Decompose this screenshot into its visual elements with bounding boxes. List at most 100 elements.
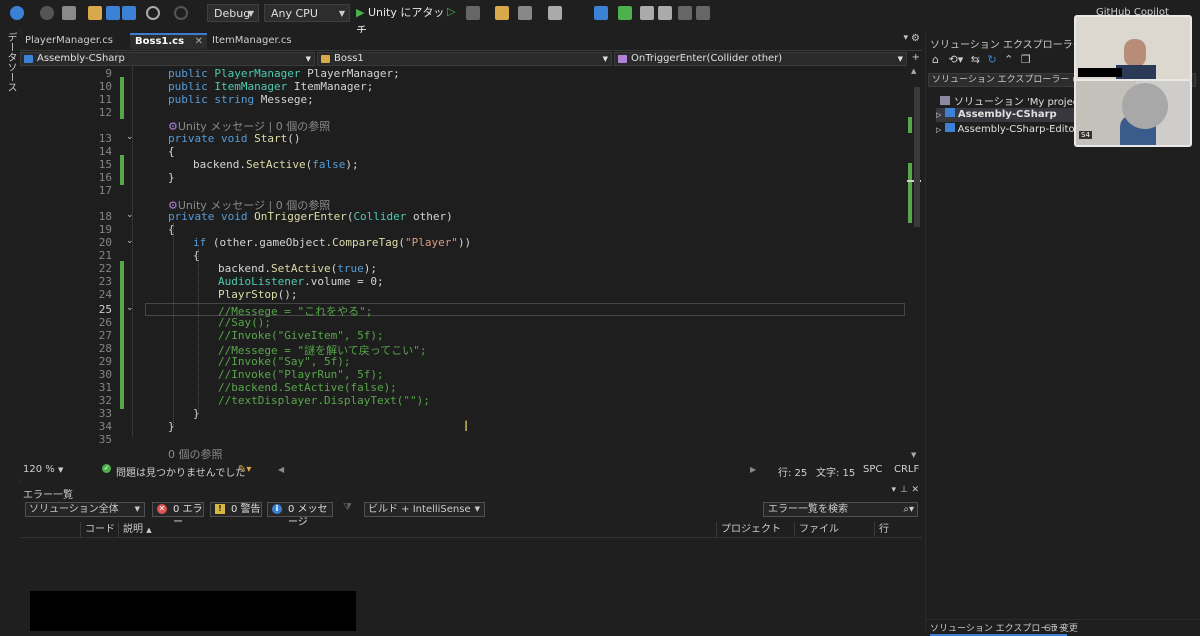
code-line: //Invoke("GiveItem", 5f); [218,329,384,342]
home-icon[interactable]: ⌂ [932,53,939,66]
tab-playermanager[interactable]: PlayerManager.cs [20,33,130,49]
left-tool-strip: データソース [0,28,21,631]
open-folder-icon[interactable] [88,6,102,20]
align-icon[interactable] [548,6,562,20]
column-project[interactable]: プロジェクト [716,522,781,537]
attach-to-unity-button[interactable]: ▶ Unity にアタッチ [356,4,446,37]
split-editor-icon[interactable]: + [912,52,920,63]
breakpoint-window-icon[interactable] [594,6,608,20]
column-line[interactable]: 行 [874,522,889,537]
expand-arrow-icon: ▷ [936,111,942,119]
tab-list-dropdown-icon[interactable]: ▾ [903,33,908,43]
line-number: 15 [98,158,112,171]
show-all-icon[interactable]: ❐ [1021,53,1031,66]
csharp-project-icon [944,123,955,132]
save-all-icon[interactable] [122,6,136,20]
code-line: private void Start() [168,132,301,145]
line-indicator[interactable]: 行: 25 [778,464,807,479]
project-item-assembly-csharp[interactable]: ▷ Assembly-CSharp [936,108,1076,122]
platform-select[interactable]: Any CPU ▼ [264,4,350,22]
redo-icon[interactable] [174,6,188,20]
project-select[interactable]: Assembly-CSharp ▼ [20,52,315,66]
panel-menu-icon[interactable]: ▾ [891,485,896,495]
scope-select[interactable]: ソリューション全体 ▼ [25,502,145,517]
column-code[interactable]: コード [80,522,115,537]
sync-icon[interactable]: ⇆ [971,53,980,66]
collapse-icon[interactable]: ⌃ [1004,53,1013,66]
scroll-up-icon[interactable]: ▲ [911,67,916,75]
hot-reload-icon[interactable] [466,6,480,20]
column-file[interactable]: ファイル [794,522,839,537]
close-icon[interactable]: ✕ [195,35,203,48]
code-line: //textDisplayer.DisplayText(""); [218,394,430,407]
class-select[interactable]: Boss1 ▼ [317,52,612,66]
new-item-icon[interactable] [62,6,76,20]
error-list-header: コード 説明 ▲ プロジェクト ファイル 行 [20,522,922,538]
layout-icon[interactable] [518,6,532,20]
scroll-thumb[interactable] [914,87,920,227]
tab-itemmanager[interactable]: ItemManager.cs [207,33,307,49]
column-indicator[interactable]: 文字: 15 [816,464,855,479]
member-select[interactable]: OnTriggerEnter(Collider other) ▼ [614,52,907,66]
history-icon[interactable]: ⟲▾ [948,53,963,66]
codelens-reference[interactable]: 0 個の参照 [168,446,223,462]
uncomment-icon[interactable] [640,6,654,20]
expand-arrow-icon: ▷ [936,126,942,134]
code-line: { [168,223,175,236]
errors-filter-button[interactable]: ✕ 0 エラー [152,502,204,528]
warning-icon: ! [215,504,225,514]
configuration-select[interactable]: Debug ▼ [207,4,259,22]
settings-gear-icon[interactable]: ⚙ [911,33,920,44]
chevron-down-icon: ▼ [247,9,254,18]
pin-icon[interactable]: ⊥ [900,485,908,495]
messages-filter-button[interactable]: i0 メッセージ [267,502,333,528]
data-sources-tab[interactable]: データソース [3,32,18,92]
toolbar-tool-icon[interactable] [495,6,509,20]
issues-status[interactable]: 問題は見つかりませんでした [116,464,245,479]
change-overview-marker [908,117,912,133]
line-number: 25 [98,303,112,316]
editor-scrollbar[interactable]: ▲ ▼ [907,67,922,462]
undo-icon[interactable] [146,6,160,20]
whitespace-indicator[interactable]: SPC [863,464,882,475]
cleanup-brush-icon[interactable]: ✎▾ [238,464,251,475]
scroll-down-icon[interactable]: ▼ [911,451,916,459]
hscroll-left-icon[interactable]: ◀ [278,465,284,474]
text-cursor-icon: I [464,419,469,435]
main-toolbar: Debug ▼ Any CPU ▼ ▶ Unity にアタッチ ▷ GitHub C… [0,0,1200,37]
tab-boss1[interactable]: Boss1.cs ✕ [130,33,207,49]
video-tile-user-1 [1074,15,1192,83]
bookmark-icon[interactable] [658,6,672,20]
build-source-select[interactable]: ビルド + IntelliSense ▼ [364,502,485,517]
prev-bookmark-icon[interactable] [678,6,692,20]
hscroll-right-icon[interactable]: ▶ [750,465,756,474]
warnings-filter-button[interactable]: ! 0 警告 [210,502,262,517]
zoom-select[interactable]: 120 % ▼ [23,464,63,475]
back-icon[interactable] [10,6,24,20]
column-description[interactable]: 説明 ▲ [118,522,152,537]
chevron-down-icon: ▼ [134,505,140,513]
next-bookmark-icon[interactable] [696,6,710,20]
line-number: 24 [98,288,112,301]
filter-icon[interactable]: ⧩ [343,502,352,513]
project-item-assembly-csharp-editor[interactable]: ▷ Assembly-CSharp-Editor [936,123,1079,135]
change-overview-marker [908,163,912,223]
start-without-debug-icon[interactable]: ▷ [447,5,455,18]
chevron-down-icon: ▼ [474,505,480,513]
error-search-input[interactable]: エラー一覧を検索 ⌕▾ [763,502,918,517]
line-number: 17 [98,184,112,197]
code-line: public string Messege; [168,93,314,106]
close-icon[interactable]: ✕ [911,485,919,495]
indent-guide [173,223,174,427]
comment-icon[interactable] [618,6,632,20]
refresh-icon[interactable]: ↻ [987,53,996,66]
change-marker [120,77,124,119]
blurred-face [1122,83,1168,129]
forward-icon[interactable] [40,6,54,20]
tab-git-changes[interactable]: Git 変更 [1044,621,1078,634]
code-editor[interactable]: 9 10 11 12 13 14 15 16 17 18 19 20 21 22… [20,67,907,462]
change-marker [120,155,124,185]
line-ending-indicator[interactable]: CRLF [894,464,919,475]
save-icon[interactable] [106,6,120,20]
sort-ascending-icon: ▲ [146,526,152,534]
